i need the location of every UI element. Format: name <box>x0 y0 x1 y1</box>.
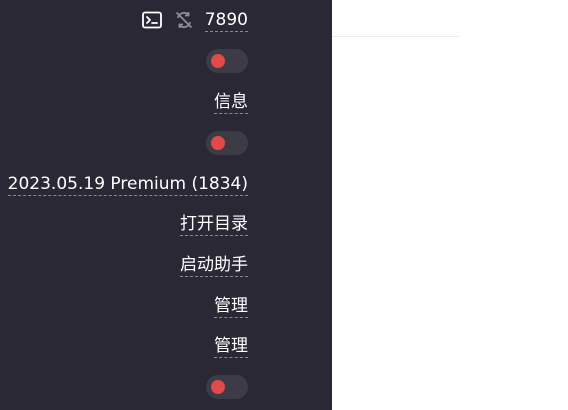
info-link[interactable]: 信息 <box>214 91 248 114</box>
sync-off-icon[interactable] <box>173 9 195 31</box>
open-directory-link[interactable]: 打开目录 <box>180 213 248 236</box>
toggle-switch-1[interactable] <box>206 49 248 73</box>
manage-row-1: 管理 <box>214 293 248 319</box>
toggle-switch-3[interactable] <box>206 375 248 399</box>
toggle-switch-2[interactable] <box>206 131 248 155</box>
manage-link-1[interactable]: 管理 <box>214 295 248 318</box>
manage-link-2[interactable]: 管理 <box>214 335 248 358</box>
port-row: 7890 <box>141 7 248 33</box>
toggle-row-2 <box>206 130 248 156</box>
toggle-row-3 <box>206 374 248 400</box>
version-row: 2023.05.19 Premium (1834) <box>7 171 248 197</box>
version-link[interactable]: 2023.05.19 Premium (1834) <box>7 173 248 196</box>
toggle-knob <box>211 380 225 394</box>
content-divider <box>332 36 459 37</box>
port-value[interactable]: 7890 <box>204 9 248 32</box>
open-directory-row: 打开目录 <box>180 211 248 237</box>
launch-helper-row: 启动助手 <box>180 252 248 278</box>
terminal-icon[interactable] <box>141 9 163 31</box>
launch-helper-link[interactable]: 启动助手 <box>180 254 248 277</box>
toggle-knob <box>211 54 225 68</box>
manage-row-2: 管理 <box>214 333 248 359</box>
toggle-row-1 <box>206 48 248 74</box>
toggle-knob <box>211 136 225 150</box>
settings-panel: 7890 信息 2023.05.19 Premium (1834) 打开目录 启… <box>0 0 332 410</box>
info-row: 信息 <box>214 89 248 115</box>
